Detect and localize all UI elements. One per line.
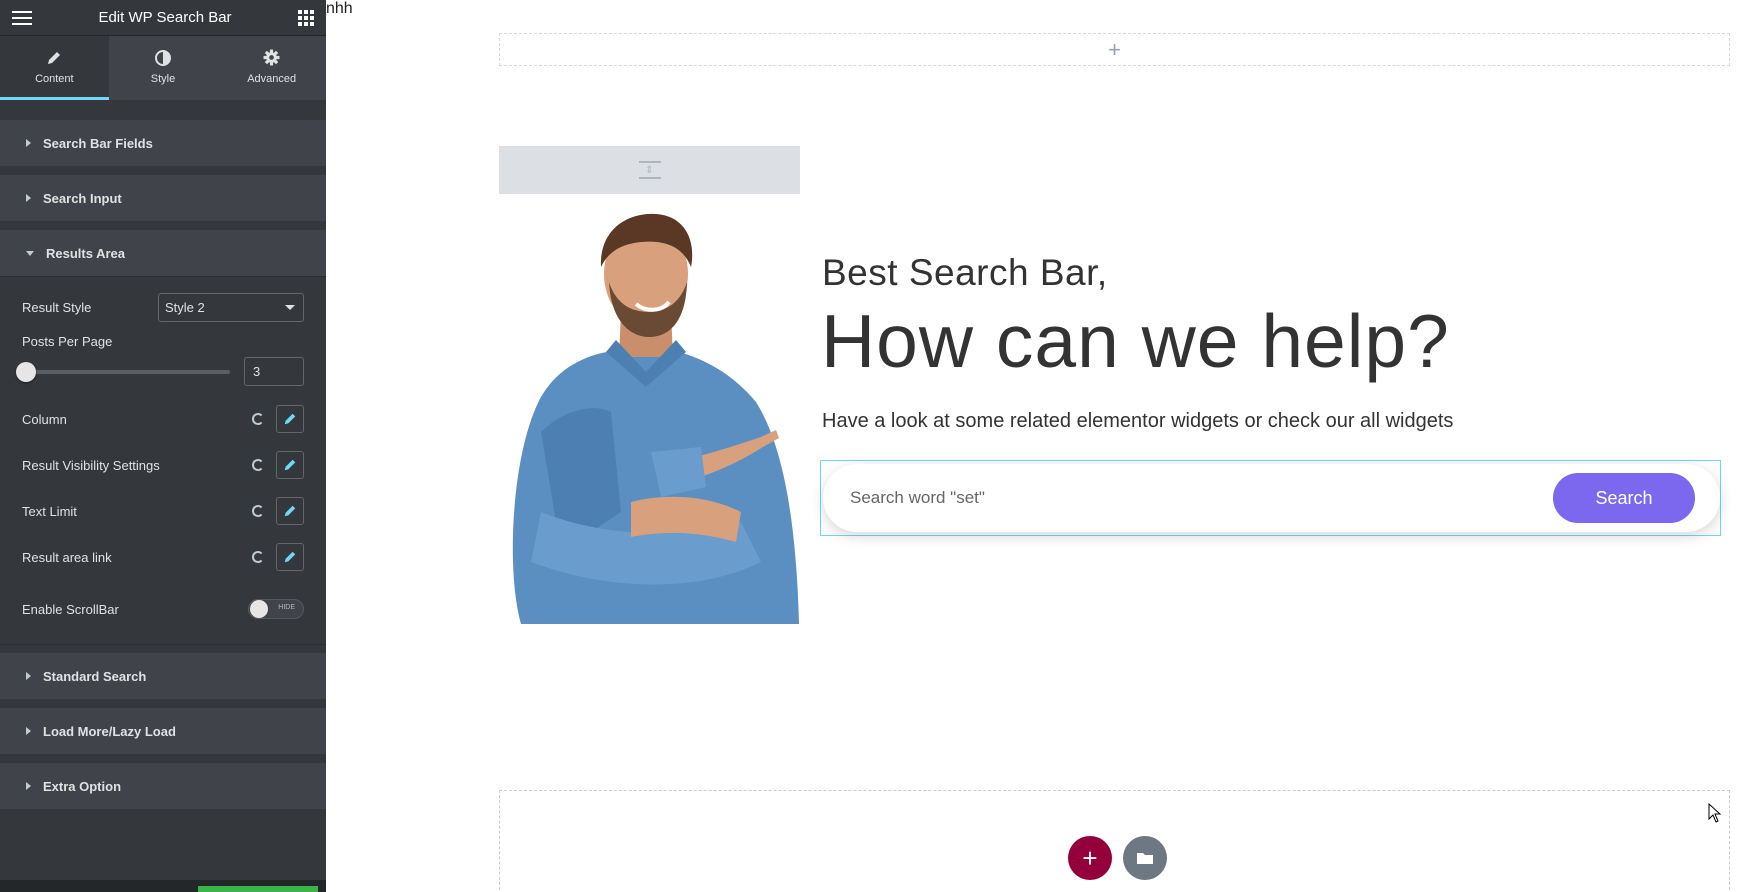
results-area-controls: Result Style Style 2 Posts Per Page 3 Co… xyxy=(0,276,326,645)
result-visibility-control: Result Visibility Settings xyxy=(22,442,304,488)
hero-description: Have a look at some related elementor wi… xyxy=(822,410,1454,432)
stray-text: nhh xyxy=(326,0,353,17)
caret-right-icon xyxy=(26,782,31,790)
update-button[interactable] xyxy=(198,886,318,892)
panel-body: Search Bar Fields Search Input Results A… xyxy=(0,100,326,809)
posts-per-page-label: Posts Per Page xyxy=(22,333,113,349)
result-area-link-label: Result area link xyxy=(22,549,112,565)
posts-per-page-slider-row: 3 xyxy=(16,357,304,386)
plus-icon: + xyxy=(1108,36,1121,62)
caret-right-icon xyxy=(26,194,31,202)
add-new-section-area xyxy=(499,790,1730,890)
tab-content[interactable]: Content xyxy=(0,36,109,100)
section-label: Results Area xyxy=(46,245,125,261)
toggle-state-label: HIDE xyxy=(278,604,295,611)
text-limit-control: Text Limit xyxy=(22,488,304,534)
column-control: Column xyxy=(22,396,304,442)
caret-right-icon xyxy=(26,672,31,680)
add-section-dropzone[interactable]: + xyxy=(499,33,1730,66)
add-section-button[interactable]: + xyxy=(1068,836,1112,880)
section-label: Standard Search xyxy=(43,668,147,684)
section-label: Search Input xyxy=(43,190,122,206)
result-visibility-label: Result Visibility Settings xyxy=(22,457,160,473)
preview-canvas: nhh + ⇕ Best Search Bar, How can we help… xyxy=(326,0,1743,892)
caret-right-icon xyxy=(26,139,31,147)
result-area-link-control: Result area link xyxy=(22,534,304,580)
result-style-value: Style 2 xyxy=(165,299,205,315)
search-widget[interactable]: Search word "set" Search xyxy=(820,460,1721,536)
section-search-bar-fields[interactable]: Search Bar Fields xyxy=(0,120,326,166)
gear-icon xyxy=(263,49,280,67)
hero-person-image xyxy=(512,213,799,624)
section-search-input[interactable]: Search Input xyxy=(0,175,326,221)
text-limit-label: Text Limit xyxy=(22,503,77,519)
chevron-down-icon xyxy=(285,304,295,310)
tab-advanced-label: Advanced xyxy=(247,72,297,85)
tab-content-label: Content xyxy=(35,72,74,85)
folder-icon xyxy=(1137,853,1153,864)
editor-panel: Edit WP Search Bar Content Style Advance… xyxy=(0,0,326,892)
panel-header: Edit WP Search Bar xyxy=(0,0,326,36)
slider-handle[interactable] xyxy=(16,361,36,382)
template-library-button[interactable] xyxy=(1123,836,1167,880)
section-label: Extra Option xyxy=(43,778,122,794)
enable-scrollbar-label: Enable ScrollBar xyxy=(22,601,119,617)
widgets-grid-icon[interactable] xyxy=(298,9,314,26)
pencil-icon xyxy=(284,459,296,471)
hero-subtitle: Best Search Bar, xyxy=(822,252,1108,293)
result-style-select[interactable]: Style 2 xyxy=(158,292,304,322)
pencil-icon xyxy=(284,505,296,517)
reset-icon[interactable] xyxy=(252,551,264,563)
search-input[interactable]: Search word "set" xyxy=(850,488,985,508)
posts-per-page-slider[interactable] xyxy=(16,361,230,382)
section-load-more[interactable]: Load More/Lazy Load xyxy=(0,708,326,754)
pencil-icon xyxy=(46,49,62,67)
reset-icon[interactable] xyxy=(252,505,264,517)
hero-title: How can we help? xyxy=(821,299,1450,383)
caret-down-icon xyxy=(26,250,34,256)
menu-icon[interactable] xyxy=(12,10,32,25)
section-standard-search[interactable]: Standard Search xyxy=(0,653,326,699)
result-style-control: Result Style Style 2 xyxy=(22,285,304,329)
toggle-knob xyxy=(250,600,268,618)
posts-per-page-input[interactable]: 3 xyxy=(244,357,304,386)
search-bar: Search word "set" Search xyxy=(823,464,1720,532)
reset-icon[interactable] xyxy=(252,413,264,425)
enable-scrollbar-control: Enable ScrollBar HIDE xyxy=(22,580,304,638)
caret-right-icon xyxy=(26,727,31,735)
result-area-link-edit-button[interactable] xyxy=(276,543,304,571)
tab-style-label: Style xyxy=(150,72,176,85)
spacer-resize-icon: ⇕ xyxy=(638,161,661,179)
panel-footer xyxy=(0,880,326,892)
pencil-icon xyxy=(284,551,296,563)
reset-icon[interactable] xyxy=(252,459,264,471)
result-style-label: Result Style xyxy=(22,299,92,315)
section-extra-option[interactable]: Extra Option xyxy=(0,763,326,809)
panel-title: Edit WP Search Bar xyxy=(98,9,232,26)
text-limit-edit-button[interactable] xyxy=(276,497,304,525)
mouse-cursor-icon xyxy=(1708,803,1722,823)
pencil-icon xyxy=(284,413,296,425)
search-button[interactable]: Search xyxy=(1553,473,1695,523)
section-label: Search Bar Fields xyxy=(43,135,153,151)
section-results-area[interactable]: Results Area xyxy=(0,230,326,276)
tab-advanced[interactable]: Advanced xyxy=(217,36,326,100)
column-edit-button[interactable] xyxy=(276,405,304,433)
column-label: Column xyxy=(22,411,67,427)
half-circle-icon xyxy=(155,49,171,67)
tab-style[interactable]: Style xyxy=(109,36,218,100)
posts-per-page-control: Posts Per Page xyxy=(22,329,304,353)
plus-icon: + xyxy=(1082,842,1098,873)
section-label: Load More/Lazy Load xyxy=(43,723,176,739)
result-visibility-edit-button[interactable] xyxy=(276,451,304,479)
enable-scrollbar-toggle[interactable]: HIDE xyxy=(248,599,304,619)
spacer-widget[interactable]: ⇕ xyxy=(499,146,800,194)
panel-tabs: Content Style Advanced xyxy=(0,36,326,100)
